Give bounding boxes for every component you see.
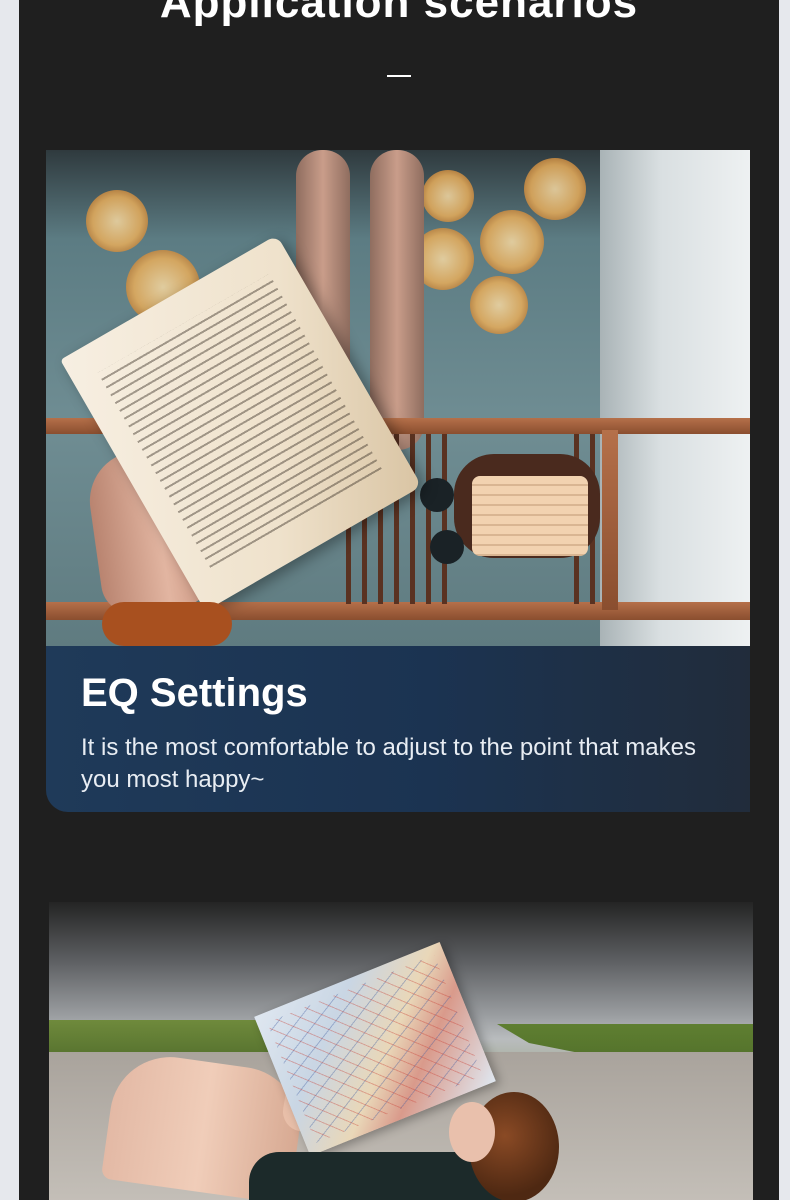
caddy-slat xyxy=(442,434,447,604)
leg xyxy=(370,150,424,450)
road-map-photo xyxy=(49,902,753,1200)
orange-slice xyxy=(86,190,148,252)
orange-slice xyxy=(470,276,528,334)
person-face xyxy=(449,1102,495,1162)
caddy-slat xyxy=(410,434,415,604)
product-detail-page: Application scenarios EQ Settings It is … xyxy=(19,0,779,1200)
orange-slice xyxy=(422,170,474,222)
caddy-slat xyxy=(426,434,431,604)
bath-reading-photo xyxy=(46,150,750,646)
orange-slice xyxy=(480,210,544,274)
speaker-knob xyxy=(430,530,464,564)
section-heading: Application scenarios xyxy=(159,0,639,27)
scrunchie xyxy=(102,602,232,646)
heading-divider xyxy=(387,75,411,77)
scenario-description: It is the most comfortable to adjust to … xyxy=(81,734,696,793)
bathroom-wall xyxy=(600,150,750,646)
bath-caddy-post xyxy=(602,430,618,610)
orange-slice xyxy=(524,158,586,220)
scenario-title: EQ Settings xyxy=(81,671,308,715)
scenario-caption: EQ Settings It is the most comfortable t… xyxy=(46,646,750,812)
speaker-knob xyxy=(420,478,454,512)
scenario-card-eq-settings: EQ Settings It is the most comfortable t… xyxy=(46,150,750,812)
soap-bar xyxy=(472,476,588,556)
